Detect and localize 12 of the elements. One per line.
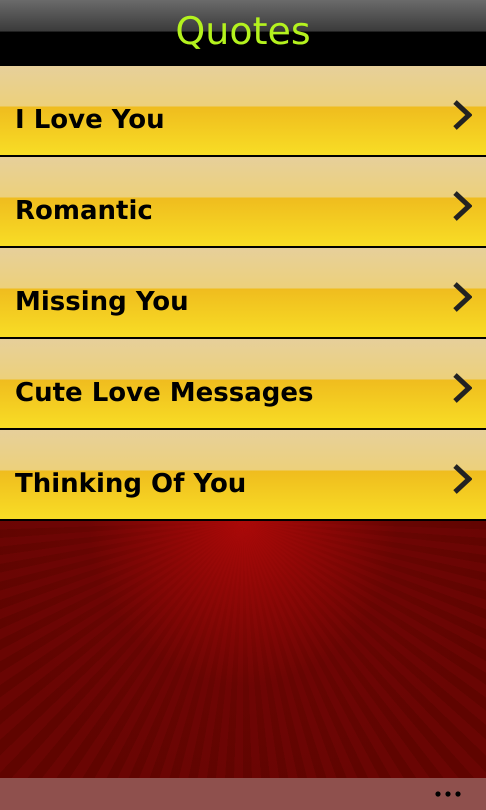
app-title: Quotes xyxy=(175,12,311,54)
chevron-icon xyxy=(452,462,472,494)
chevron-icon xyxy=(452,280,472,312)
chevron-icon xyxy=(452,98,472,130)
category-item[interactable]: Cute Love Messages xyxy=(0,339,486,428)
category-item[interactable]: Thinking Of You xyxy=(0,430,486,519)
category-item[interactable]: Missing You xyxy=(0,248,486,337)
category-item[interactable]: I Love You xyxy=(0,66,486,155)
category-item[interactable]: Romantic xyxy=(0,157,486,246)
more-icon[interactable] xyxy=(434,790,462,798)
chevron-icon xyxy=(452,190,472,222)
chevron-icon xyxy=(452,372,472,404)
